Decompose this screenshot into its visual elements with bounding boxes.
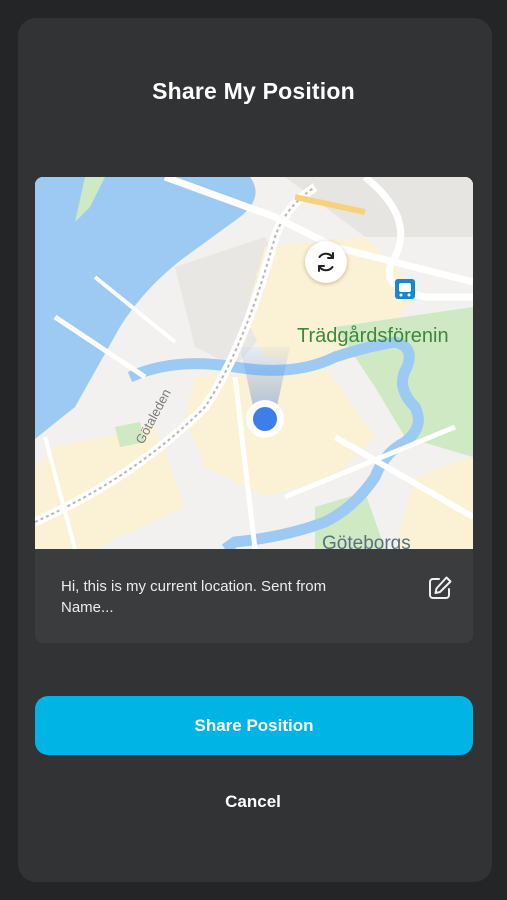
refresh-icon [318, 252, 334, 272]
share-position-button[interactable]: Share Position [35, 696, 473, 755]
map-label-park: Trädgårdsförenin [297, 325, 449, 347]
location-marker-icon [246, 400, 284, 438]
edit-message-button[interactable] [427, 575, 453, 601]
refresh-button[interactable] [305, 241, 347, 283]
message-box: Hi, this is my current location. Sent fr… [35, 549, 473, 643]
cancel-button[interactable]: Cancel [153, 782, 353, 822]
message-text: Hi, this is my current location. Sent fr… [61, 578, 327, 616]
dialog-title: Share My Position [152, 78, 355, 104]
map-label-area: Göteborgs [322, 533, 411, 549]
edit-icon [429, 576, 452, 599]
map-preview[interactable]: Trädgårdsförenin Götaleden Göteborgs [35, 177, 473, 549]
train-icon [395, 279, 415, 299]
